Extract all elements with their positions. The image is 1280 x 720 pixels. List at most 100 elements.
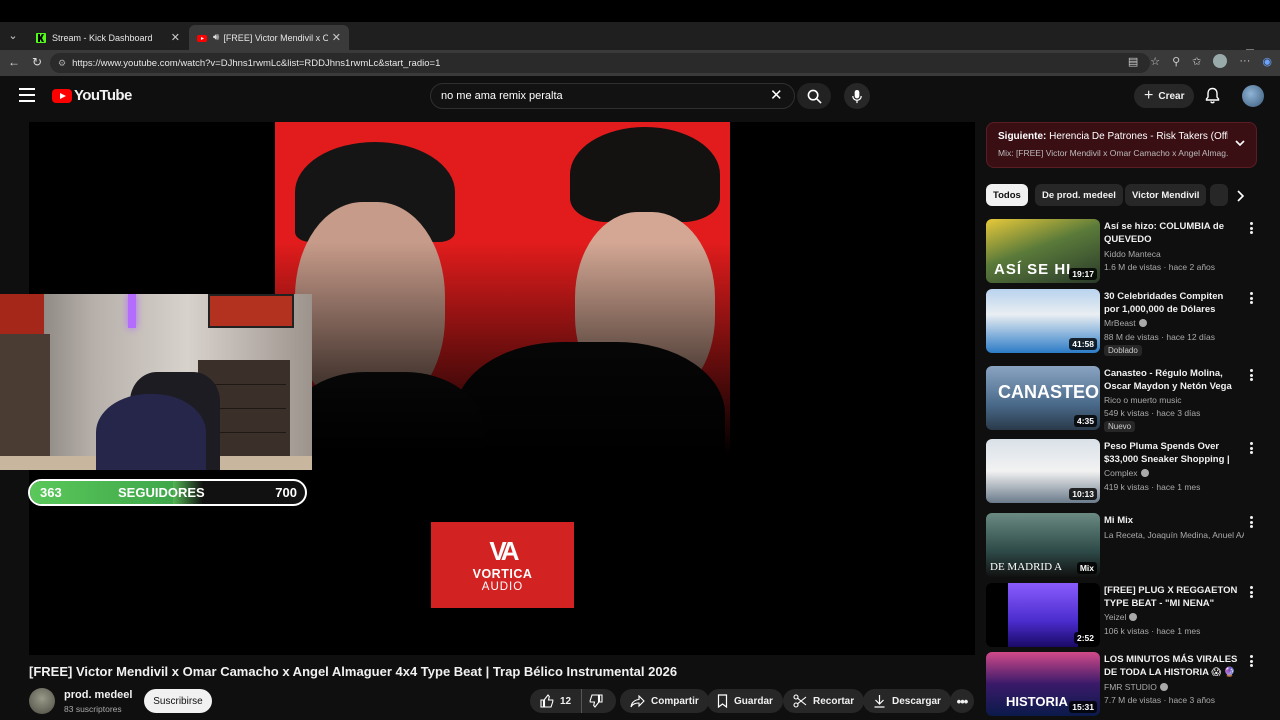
tab-kick-dashboard[interactable]: Stream - Kick Dashboard ✕: [28, 25, 188, 50]
vortica-audio-logo: VA VORTICA AUDIO: [431, 522, 574, 608]
video-thumbnail[interactable]: CANASTEO 4:35: [986, 366, 1100, 430]
subscribe-button[interactable]: Suscribirse: [144, 689, 212, 713]
search-input[interactable]: no me ama remix peralta: [430, 83, 795, 109]
tab-search-menu-icon[interactable]: ⌄: [4, 27, 22, 45]
video-title[interactable]: Así se hizo: COLUMBIA de QUEVEDO: [1104, 220, 1238, 246]
more-vertical-icon[interactable]: [1246, 585, 1256, 599]
browser-toolbar-icons: ▤ ☆ ⚲ ✩ ··· ◉: [1128, 54, 1280, 68]
followers-goal-bar: 363 SEGUIDORES 700: [28, 479, 307, 506]
up-next-line: Siguiente: Herencia De Patrones - Risk T…: [998, 131, 1228, 142]
channel-name[interactable]: Complex: [1104, 468, 1244, 478]
close-tab-icon[interactable]: ✕: [332, 31, 341, 44]
more-vertical-icon[interactable]: [1246, 654, 1256, 668]
browser-profile-icon[interactable]: [1213, 54, 1228, 68]
voice-search-button[interactable]: [844, 83, 870, 109]
channel-name[interactable]: prod. medeel: [64, 689, 132, 701]
browser-menu-icon[interactable]: ···: [1239, 55, 1250, 67]
download-button[interactable]: Descargar: [863, 689, 951, 713]
verified-icon: [1159, 683, 1168, 691]
tab-title: Stream - Kick Dashboard: [52, 32, 153, 43]
search-button[interactable]: [797, 83, 831, 109]
site-info-icon[interactable]: ⚙: [58, 58, 66, 69]
more-vertical-icon[interactable]: [1246, 221, 1256, 235]
like-button[interactable]: 12: [530, 689, 582, 713]
channel-name[interactable]: FMR STUDIO: [1104, 682, 1244, 692]
youtube-logo[interactable]: YouTube: [52, 87, 132, 104]
create-label: Crear: [1158, 90, 1185, 102]
chip-victor-mendivil[interactable]: Victor Mendivil: [1125, 184, 1207, 206]
chevron-right-icon[interactable]: [1234, 189, 1246, 203]
chip-de-prod-medeel[interactable]: De prod. medeel: [1035, 184, 1123, 206]
subscriber-count: 83 suscriptores: [64, 704, 122, 714]
verified-icon: [1138, 319, 1147, 327]
dislike-button[interactable]: [582, 694, 616, 708]
thumbs-up-icon: [540, 694, 554, 708]
recommendation-item[interactable]: 2:52 [FREE] PLUG X REGGAETON TYPE BEAT -…: [986, 583, 1266, 649]
hamburger-menu-icon[interactable]: [19, 88, 35, 102]
up-next-prefix: Siguiente:: [998, 131, 1047, 142]
extensions-icon[interactable]: ⚲: [1172, 55, 1180, 68]
channel-name[interactable]: Rico o muerto music: [1104, 395, 1244, 405]
video-title[interactable]: 30 Celebridades Compiten por 1,000,000 d…: [1104, 290, 1238, 316]
video-title[interactable]: Canasteo - Régulo Molina, Oscar Maydon y…: [1104, 367, 1238, 394]
video-thumbnail[interactable]: ASÍ SE HI 19:17: [986, 219, 1100, 283]
chip-todos[interactable]: Todos: [986, 184, 1028, 206]
like-count: 12: [560, 695, 572, 707]
up-next-panel[interactable]: Siguiente: Herencia De Patrones - Risk T…: [986, 122, 1257, 168]
more-actions-button[interactable]: •••: [950, 689, 974, 713]
video-title[interactable]: LOS MINUTOS MÁS VIRALES DE TODA LA HISTO…: [1104, 653, 1238, 680]
followers-label: SEGUIDORES: [118, 485, 205, 500]
create-button[interactable]: + Crear: [1134, 84, 1195, 108]
collections-icon[interactable]: ✩: [1192, 55, 1201, 68]
close-tab-icon[interactable]: ✕: [171, 31, 180, 44]
video-thumbnail[interactable]: DE MADRID A Mix: [986, 513, 1100, 577]
share-button[interactable]: Compartir: [620, 689, 709, 713]
tab-strip: ⌄ Stream - Kick Dashboard ✕ 🔊︎ [FREE] Vi…: [0, 22, 1280, 66]
clear-search-icon[interactable]: ✕: [770, 86, 783, 104]
url-field[interactable]: ⚙ https://www.youtube.com/watch?v=DJhns1…: [50, 53, 1150, 73]
more-vertical-icon[interactable]: [1246, 441, 1256, 455]
copilot-icon[interactable]: ◉: [1262, 55, 1272, 68]
reload-icon[interactable]: ↻: [32, 55, 42, 69]
followers-goal: 700: [275, 485, 297, 500]
video-frame-artwork: [275, 122, 730, 492]
more-vertical-icon[interactable]: [1246, 291, 1256, 305]
back-icon[interactable]: ←: [8, 55, 20, 69]
recommendation-item[interactable]: 41:58 30 Celebridades Compiten por 1,000…: [986, 289, 1266, 356]
recommendation-item[interactable]: DE MADRID A Mix Mi Mix La Receta, Joaquí…: [986, 513, 1266, 579]
audio-playing-icon[interactable]: 🔊︎: [213, 32, 219, 43]
channel-name[interactable]: Kiddo Manteca: [1104, 249, 1244, 259]
video-title[interactable]: Peso Pluma Spends Over $33,000 Sneaker S…: [1104, 440, 1238, 467]
chip-partial[interactable]: [1210, 184, 1228, 206]
save-button[interactable]: Guardar: [707, 689, 783, 713]
recommendation-item[interactable]: ASÍ SE HI 19:17 Así se hizo: COLUMBIA de…: [986, 219, 1266, 285]
followers-current: 363: [40, 485, 62, 500]
video-title[interactable]: Mi Mix: [1104, 514, 1238, 527]
video-thumbnail[interactable]: 41:58: [986, 289, 1100, 353]
channel-avatar[interactable]: [29, 688, 55, 714]
chevron-down-icon[interactable]: [1234, 137, 1246, 149]
clip-button[interactable]: Recortar: [783, 689, 865, 713]
video-thumbnail[interactable]: 2:52: [986, 583, 1100, 647]
video-title[interactable]: [FREE] PLUG X REGGAETON TYPE BEAT - "MI …: [1104, 584, 1238, 610]
channel-name[interactable]: Yeizel: [1104, 612, 1244, 622]
top-black-bar: [0, 0, 1280, 22]
recommendation-item[interactable]: HISTORIA 15:31 LOS MINUTOS MÁS VIRALES D…: [986, 652, 1266, 718]
channel-name[interactable]: MrBeast: [1104, 318, 1244, 328]
more-vertical-icon[interactable]: [1246, 368, 1256, 382]
recommendation-item[interactable]: 10:13 Peso Pluma Spends Over $33,000 Sne…: [986, 439, 1266, 505]
video-meta: 106 k vistas · hace 1 mes: [1104, 626, 1201, 636]
reader-view-icon[interactable]: ▤: [1128, 55, 1138, 68]
video-thumbnail[interactable]: 10:13: [986, 439, 1100, 503]
channel-name[interactable]: La Receta, Joaquín Medina, Anuel AA y ..…: [1104, 530, 1244, 540]
vortica-va-icon: VA: [489, 536, 519, 566]
favorite-star-icon[interactable]: ☆: [1150, 55, 1160, 68]
recommendation-item[interactable]: CANASTEO 4:35 Canasteo - Régulo Molina, …: [986, 366, 1266, 432]
more-vertical-icon[interactable]: [1246, 515, 1256, 529]
tab-youtube-video[interactable]: 🔊︎ [FREE] Victor Mendivil x Omar ✕: [189, 25, 349, 50]
microphone-icon: [852, 89, 862, 103]
verified-icon: [1140, 469, 1149, 477]
notifications-bell-icon[interactable]: [1205, 87, 1220, 109]
video-thumbnail[interactable]: HISTORIA 15:31: [986, 652, 1100, 716]
account-avatar[interactable]: [1242, 85, 1264, 107]
